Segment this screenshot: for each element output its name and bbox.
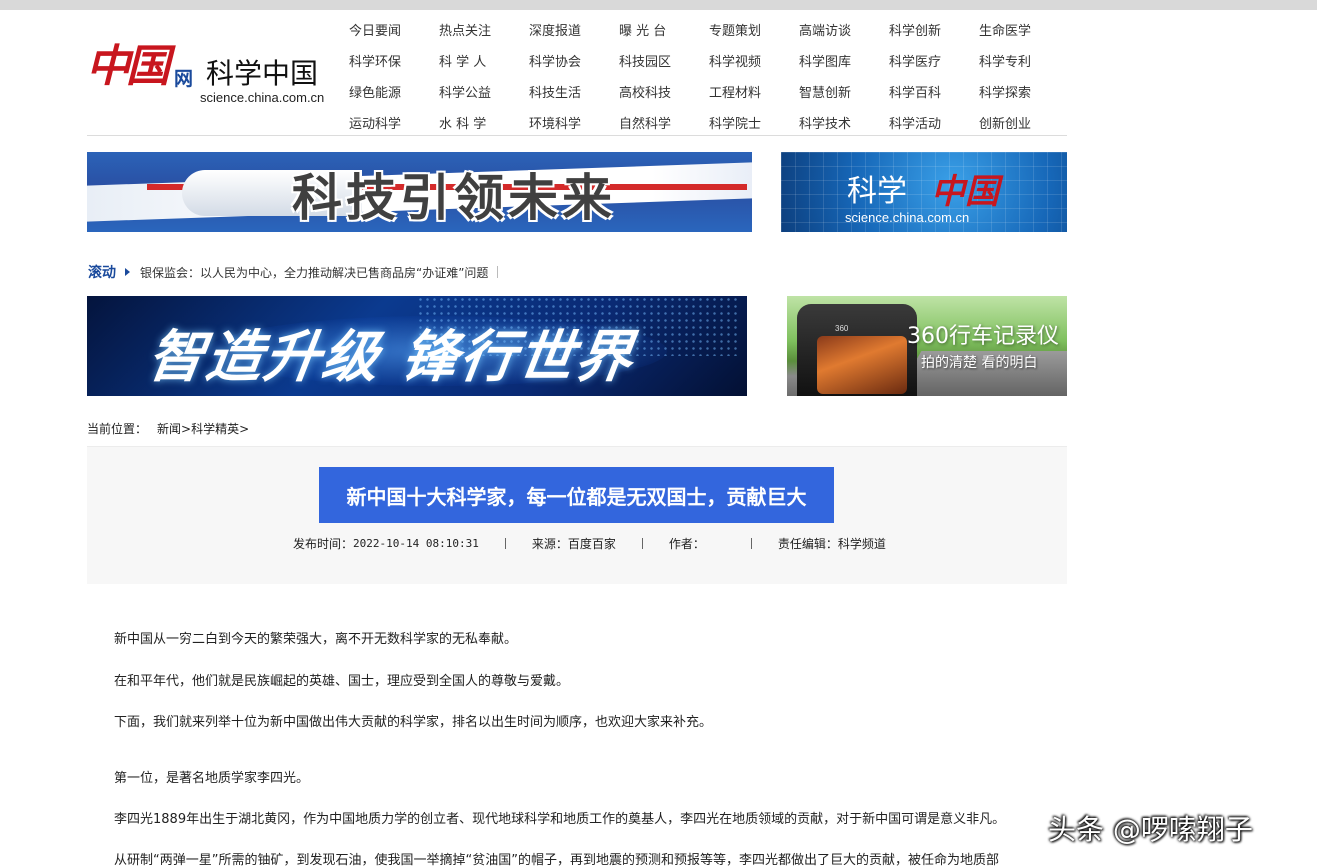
- logo-domain: science.china.com.cn: [200, 90, 325, 105]
- nav-item[interactable]: 生命医学: [979, 20, 1069, 39]
- nav-row: 今日要闻 热点关注 深度报道 曝 光 台 专题策划 高端访谈 科学创新 生命医学: [349, 14, 1069, 45]
- nav-item[interactable]: 科学活动: [889, 113, 979, 132]
- publish-time: 2022-10-14 08:10:31: [353, 537, 479, 550]
- play-arrow-icon: [125, 268, 130, 276]
- nav-item[interactable]: 绿色能源: [349, 82, 439, 101]
- nav-item[interactable]: 科学医疗: [889, 51, 979, 70]
- logo-china-mark: 中国: [86, 41, 170, 92]
- divider: [497, 266, 499, 278]
- article-title: 新中国十大科学家，每一位都是无双国士，贡献巨大: [319, 467, 834, 523]
- nav-item[interactable]: 水 科 学: [439, 113, 529, 132]
- nav-item[interactable]: 智慧创新: [799, 82, 889, 101]
- paragraph: 新中国从一穷二白到今天的繁荣强大，离不开无数科学家的无私奉献。: [114, 632, 518, 647]
- logo-wang: 网: [174, 68, 194, 90]
- banner-kexue: 科学: [847, 174, 907, 209]
- scroll-label: 滚动: [88, 265, 116, 281]
- meta-divider: [641, 538, 643, 549]
- nav-item[interactable]: 曝 光 台: [619, 20, 709, 39]
- dashcam-screen: [817, 336, 907, 394]
- nav-row: 科学环保 科 学 人 科学协会 科技园区 科学视频 科学图库 科学医疗 科学专利: [349, 45, 1069, 76]
- nav-item[interactable]: 专题策划: [709, 20, 799, 39]
- nav-item[interactable]: 环境科学: [529, 113, 619, 132]
- nav-item[interactable]: 科 学 人: [439, 51, 529, 70]
- nav-item[interactable]: 创新创业: [979, 113, 1069, 132]
- nav-item[interactable]: 今日要闻: [349, 20, 439, 39]
- header-divider: [87, 135, 1067, 136]
- source-label: 来源：: [531, 537, 568, 551]
- nav-item[interactable]: 高校科技: [619, 82, 709, 101]
- main-nav: 今日要闻 热点关注 深度报道 曝 光 台 专题策划 高端访谈 科学创新 生命医学…: [349, 14, 1069, 138]
- publish-label: 发布时间：: [293, 537, 354, 551]
- dashcam-title: 360行车记录仪: [907, 324, 1059, 349]
- nav-row: 绿色能源 科学公益 科技生活 高校科技 工程材料 智慧创新 科学百科 科学探索: [349, 76, 1069, 107]
- banner-slogan-2: 智造升级 锋行世界: [143, 325, 639, 390]
- dashcam-subtitle: 拍的清楚 看的明白: [921, 355, 1038, 371]
- paragraph: 李四光1889年出生于湖北黄冈，作为中国地质力学的创立者、现代地球科学和地质工作…: [114, 812, 1006, 827]
- paragraph: 下面，我们就来列举十位为新中国做出伟大贡献的科学家，排名以出生时间为顺序，也欢迎…: [114, 715, 713, 730]
- nav-item[interactable]: 热点关注: [439, 20, 529, 39]
- paragraph: 在和平年代，他们就是民族崛起的英雄、国士，理应受到全国人的尊敬与爱戴。: [114, 674, 570, 689]
- nav-item[interactable]: 自然科学: [619, 113, 709, 132]
- editor-value: 科学频道: [837, 537, 886, 551]
- editor-label: 责任编辑：: [777, 537, 838, 551]
- logo-site-name: 科学中国: [206, 57, 319, 90]
- nav-item[interactable]: 科学院士: [709, 113, 799, 132]
- nav-item[interactable]: 运动科学: [349, 113, 439, 132]
- site-logo[interactable]: 中国 网 科学中国 science.china.com.cn: [86, 30, 336, 110]
- nav-item[interactable]: 科学公益: [439, 82, 529, 101]
- nav-item[interactable]: 科学专利: [979, 51, 1069, 70]
- nav-item[interactable]: 深度报道: [529, 20, 619, 39]
- banner-slogan: 科技引领未来: [292, 169, 616, 227]
- brand-360-logo: 360: [835, 324, 849, 333]
- nav-item[interactable]: 科技生活: [529, 82, 619, 101]
- banner-science-china[interactable]: 科学 中国 science.china.com.cn: [781, 152, 1067, 232]
- nav-row: 运动科学 水 科 学 环境科学 自然科学 科学院士 科学技术 科学活动 创新创业: [349, 107, 1069, 138]
- banner-tech-future[interactable]: 科技引领未来: [87, 152, 752, 232]
- breadcrumb: 当前位置： 新闻>科学精英>: [87, 420, 249, 437]
- nav-item[interactable]: 科学视频: [709, 51, 799, 70]
- nav-item[interactable]: 科学环保: [349, 51, 439, 70]
- scrolling-news: 滚动 银保监会：以人民为中心，全力推动解决已售商品房“办证难”问题: [88, 262, 499, 282]
- nav-item[interactable]: 科技园区: [619, 51, 709, 70]
- paragraph: 从研制“两弹一星”所需的铀矿，到发现石油，使我国一举摘掉“贫油国”的帽子，再到地…: [114, 853, 999, 868]
- meta-divider: [750, 538, 752, 549]
- meta-divider: [504, 538, 506, 549]
- breadcrumb-label: 当前位置：: [87, 422, 148, 436]
- banner-smart-manufacturing[interactable]: 智造升级 锋行世界: [87, 296, 747, 396]
- banner-zhongguo: 中国: [931, 172, 999, 212]
- article-meta: 发布时间： 2022-10-14 08:10:31 来源： 百度百家 作者： 责…: [293, 535, 886, 552]
- nav-item[interactable]: 工程材料: [709, 82, 799, 101]
- banner-domain: science.china.com.cn: [845, 210, 970, 225]
- nav-item[interactable]: 科学图库: [799, 51, 889, 70]
- toutiao-watermark: 头条 @啰嗦翔子: [1048, 813, 1253, 846]
- nav-item[interactable]: 科学协会: [529, 51, 619, 70]
- nav-item[interactable]: 科学创新: [889, 20, 979, 39]
- top-scroll-bar: [0, 0, 1317, 10]
- scroll-news-link[interactable]: 银保监会：以人民为中心，全力推动解决已售商品房“办证难”问题: [140, 264, 488, 281]
- breadcrumb-path[interactable]: 新闻>科学精英>: [157, 420, 249, 437]
- nav-item[interactable]: 高端访谈: [799, 20, 889, 39]
- nav-item[interactable]: 科学探索: [979, 82, 1069, 101]
- author-label: 作者：: [668, 537, 705, 551]
- banner-360-dashcam[interactable]: 360 360行车记录仪 拍的清楚 看的明白: [787, 296, 1067, 396]
- nav-item[interactable]: 科学技术: [799, 113, 889, 132]
- source-value: 百度百家: [567, 537, 616, 551]
- nav-item[interactable]: 科学百科: [889, 82, 979, 101]
- paragraph: 第一位，是著名地质学家李四光。: [114, 771, 310, 786]
